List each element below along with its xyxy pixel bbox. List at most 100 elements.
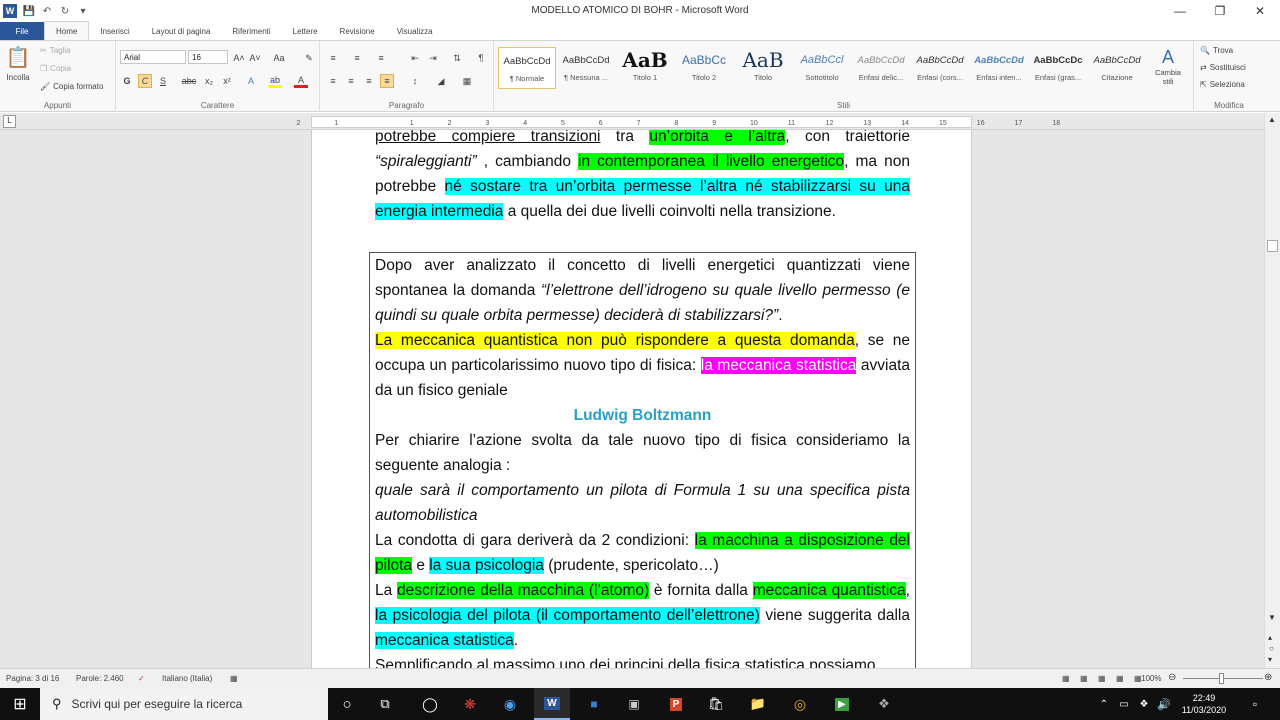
text-effects-button[interactable]: A: [244, 74, 258, 88]
tray-chevron-icon[interactable]: ⌃: [1096, 688, 1112, 720]
style-normale[interactable]: AaBbCcDd ¶ Normale: [498, 47, 556, 89]
undo-icon[interactable]: ↶: [41, 5, 53, 17]
style-titolo-2[interactable]: AaBbCc Titolo 2: [675, 47, 733, 89]
paste-button[interactable]: 📋 Incolla: [4, 45, 32, 82]
style-titolo[interactable]: AaB Titolo: [734, 47, 792, 89]
redo-icon[interactable]: ↻: [59, 5, 71, 17]
app-icon-5[interactable]: ▶: [824, 688, 860, 720]
outline-icon[interactable]: ▦: [1116, 674, 1124, 683]
align-center-icon[interactable]: ≡: [344, 74, 358, 88]
format-painter-button[interactable]: 🖌 Copia formato: [40, 82, 103, 91]
browse-object-icon[interactable]: ○: [1269, 644, 1274, 653]
tab-riferimenti[interactable]: Riferimenti: [221, 22, 281, 40]
style-sottotitolo[interactable]: AaBbCcl Sottotitolo: [793, 47, 851, 89]
zoom-slider-handle[interactable]: [1219, 673, 1224, 684]
scroll-down-icon[interactable]: ▼: [1268, 613, 1276, 622]
clock[interactable]: 22:49 11/03/2020: [1176, 688, 1232, 720]
bullets-icon[interactable]: ≡: [326, 51, 340, 65]
justify-icon[interactable]: ≡: [380, 74, 394, 88]
tab-revisione[interactable]: Revisione: [329, 22, 386, 40]
proofing-icon[interactable]: ✓: [138, 674, 145, 683]
clear-format-button[interactable]: ✎: [302, 51, 316, 65]
style-enfasi-corsivo[interactable]: AaBbCcDd Enfasi (cors...: [911, 47, 969, 89]
scroll-thumb[interactable]: [1267, 240, 1278, 252]
style-titolo-1[interactable]: AaB Titolo 1: [616, 47, 674, 89]
word-count[interactable]: Parole: 2.460: [76, 674, 124, 683]
app-icon-2[interactable]: ❋: [452, 688, 488, 720]
task-view-icon[interactable]: ⧉: [368, 688, 402, 720]
bold-button[interactable]: G: [120, 74, 134, 88]
select-button[interactable]: ⇱ Seleziona: [1200, 80, 1245, 89]
find-button[interactable]: 🔍 Trova: [1200, 46, 1233, 55]
dropbox-icon[interactable]: ❖: [1136, 688, 1152, 720]
superscript-button[interactable]: x²: [220, 74, 234, 88]
sort-icon[interactable]: ⇅: [450, 51, 464, 65]
tray-monitor-icon[interactable]: ▭: [1116, 688, 1132, 720]
tab-home[interactable]: Home: [44, 21, 90, 40]
notification-icon[interactable]: ▫: [1240, 688, 1270, 720]
tab-visualizza[interactable]: Visualizza: [386, 22, 444, 40]
tab-inserisci[interactable]: Inserisci: [89, 22, 140, 40]
web-layout-icon[interactable]: ▦: [1098, 674, 1106, 683]
font-name-select[interactable]: Arial: [120, 50, 186, 64]
align-left-icon[interactable]: ≡: [326, 74, 340, 88]
multilevel-icon[interactable]: ≡: [374, 51, 388, 65]
restore-button[interactable]: ❐: [1200, 0, 1240, 22]
minimize-button[interactable]: —: [1160, 0, 1200, 22]
zoom-out-icon[interactable]: ⊖: [1168, 672, 1176, 683]
customize-icon[interactable]: ▾: [77, 5, 89, 17]
word-app-icon[interactable]: W: [3, 4, 17, 18]
volume-icon[interactable]: 🔊: [1156, 688, 1172, 720]
italic-button[interactable]: C: [138, 74, 152, 88]
change-case-button[interactable]: Aa: [272, 51, 286, 65]
app-icon-4[interactable]: ▣: [616, 688, 652, 720]
document-page[interactable]: potrebbe compiere transizioni tra un’orb…: [311, 130, 972, 668]
change-styles-button[interactable]: A Cambia stili: [1150, 47, 1186, 86]
zoom-level[interactable]: 100%: [1141, 674, 1161, 683]
save-icon[interactable]: 💾: [23, 5, 35, 17]
taskbar-search[interactable]: ⚲ Scrivi qui per eseguire la ricerca: [40, 688, 328, 720]
style-nessuna-spaziatura[interactable]: AaBbCcDd ¶ Nessuna ...: [557, 47, 615, 89]
font-color-button[interactable]: A: [294, 74, 308, 88]
horizontal-ruler[interactable]: 2 1 1 2 3 4 5 6 7 8 9 10 11 12 13 14 15 16 17 18: [296, 116, 1060, 128]
macro-icon[interactable]: ▦: [230, 674, 238, 683]
store-icon[interactable]: 🛍: [698, 688, 734, 720]
font-size-select[interactable]: 16: [188, 50, 228, 64]
style-enfasi-delicata[interactable]: AaBbCcDd Enfasi delic...: [852, 47, 910, 89]
replace-button[interactable]: ⇄ Sostituisci: [1200, 63, 1246, 72]
scroll-up-icon[interactable]: ▲: [1268, 115, 1276, 124]
numbering-icon[interactable]: ≡: [350, 51, 364, 65]
grow-font-button[interactable]: A˄: [232, 51, 246, 65]
tab-file[interactable]: File: [0, 22, 44, 40]
style-enfasi-grassetto[interactable]: AaBbCcDc Enfasi (gras...: [1029, 47, 1087, 89]
borders-icon[interactable]: ▦: [460, 74, 474, 88]
language[interactable]: Italiano (Italia): [162, 674, 212, 683]
app-icon-1[interactable]: ◯: [412, 688, 448, 720]
tab-selector-icon[interactable]: L: [3, 115, 16, 128]
cortana-icon[interactable]: ○: [330, 688, 364, 720]
style-citazione[interactable]: AaBbCcDd Citazione: [1088, 47, 1146, 89]
subscript-button[interactable]: x₂: [202, 74, 216, 88]
prev-page-icon[interactable]: ▴: [1268, 633, 1272, 642]
zoom-in-icon[interactable]: ⊕: [1264, 672, 1272, 683]
tab-layout[interactable]: Layout di pagina: [141, 22, 222, 40]
full-screen-icon[interactable]: ▦: [1080, 674, 1088, 683]
cut-button[interactable]: ✂ Taglia: [40, 46, 71, 55]
highlight-button[interactable]: ab: [268, 74, 282, 88]
edge-icon[interactable]: ◉: [492, 688, 528, 720]
app-icon-6[interactable]: ❖: [866, 688, 902, 720]
copy-button[interactable]: ❐ Copia: [40, 64, 71, 73]
tab-lettere[interactable]: Lettere: [282, 22, 329, 40]
word-taskbar-icon[interactable]: W: [534, 688, 570, 720]
shrink-font-button[interactable]: A˅: [248, 51, 262, 65]
underline-button[interactable]: S: [156, 74, 170, 88]
decrease-indent-icon[interactable]: ⇤: [408, 51, 422, 65]
windows-start-icon[interactable]: ⊞: [0, 688, 40, 720]
increase-indent-icon[interactable]: ⇥: [426, 51, 440, 65]
powerpoint-icon[interactable]: P: [658, 688, 694, 720]
align-right-icon[interactable]: ≡: [362, 74, 376, 88]
app-icon-3[interactable]: ■: [576, 688, 612, 720]
page-count[interactable]: Pagina: 3 di 16: [6, 674, 59, 683]
line-spacing-icon[interactable]: ↕: [408, 74, 422, 88]
vertical-scrollbar[interactable]: ▲ ▼ ▴ ○ ▾: [1264, 113, 1280, 668]
